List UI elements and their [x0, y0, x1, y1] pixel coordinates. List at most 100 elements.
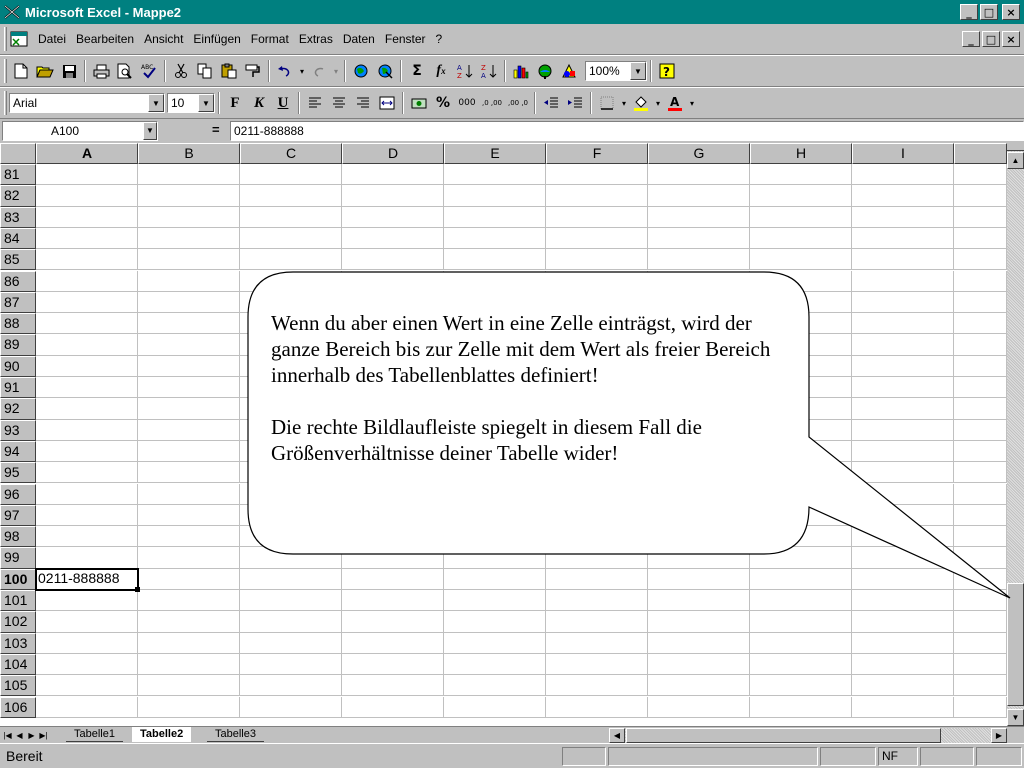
new-icon[interactable]: [9, 59, 33, 83]
cell[interactable]: [240, 526, 342, 548]
horizontal-scroll-thumb[interactable]: [626, 728, 941, 743]
cell[interactable]: [852, 334, 954, 356]
cell[interactable]: [138, 419, 240, 441]
help-icon[interactable]: ?: [655, 59, 679, 83]
menu-extras[interactable]: Extras: [294, 32, 338, 46]
cell[interactable]: [36, 334, 138, 356]
cell[interactable]: [36, 696, 138, 718]
cell[interactable]: [750, 611, 852, 633]
copy-icon[interactable]: [193, 59, 217, 83]
cell[interactable]: [852, 398, 954, 420]
cell[interactable]: [546, 164, 648, 186]
cell[interactable]: [240, 249, 342, 271]
font-dropdown-icon[interactable]: ▼: [148, 94, 164, 112]
scroll-up-icon[interactable]: ▲: [1007, 152, 1024, 169]
doc-restore-button[interactable]: □: [982, 31, 1000, 47]
currency-icon[interactable]: [407, 91, 431, 115]
cell[interactable]: [852, 440, 954, 463]
cell[interactable]: [648, 164, 750, 186]
undo-icon[interactable]: [273, 59, 297, 83]
drawing-icon[interactable]: [557, 59, 581, 83]
cell[interactable]: [36, 164, 138, 186]
cell[interactable]: [954, 377, 1007, 399]
fill-handle[interactable]: [135, 586, 140, 592]
cell[interactable]: [138, 568, 240, 590]
zoom-dropdown-icon[interactable]: ▼: [630, 62, 646, 80]
scroll-left-icon[interactable]: ◀: [609, 728, 625, 743]
cell[interactable]: [852, 462, 954, 484]
cell[interactable]: [444, 547, 546, 569]
cell[interactable]: [954, 483, 1007, 505]
cell[interactable]: [138, 483, 240, 505]
cell[interactable]: [444, 270, 546, 292]
sheet-tab-tabelle1[interactable]: Tabelle1: [66, 727, 123, 742]
row-header[interactable]: 85: [0, 249, 36, 271]
toolbar-grip[interactable]: [4, 91, 7, 115]
borders-dropdown-icon[interactable]: ▾: [619, 91, 629, 115]
cell[interactable]: [546, 206, 648, 228]
select-all-corner[interactable]: [0, 143, 36, 164]
autosum-icon[interactable]: Σ: [405, 59, 429, 83]
row-header[interactable]: 106: [0, 696, 36, 718]
cell[interactable]: [342, 227, 444, 250]
cell[interactable]: [342, 547, 444, 569]
horizontal-scrollbar[interactable]: ◀ ▶: [609, 728, 1007, 743]
cell[interactable]: [444, 696, 546, 718]
row-header[interactable]: 92: [0, 398, 36, 420]
name-box-dropdown-icon[interactable]: ▼: [143, 122, 157, 140]
cell[interactable]: [342, 249, 444, 271]
cell[interactable]: [954, 440, 1007, 463]
column-header-a[interactable]: A: [36, 143, 138, 164]
cell[interactable]: [648, 504, 750, 527]
menu-format[interactable]: Format: [246, 32, 294, 46]
spellcheck-icon[interactable]: ABC: [137, 59, 161, 83]
cell[interactable]: [750, 526, 852, 548]
cell[interactable]: [240, 675, 342, 697]
cell[interactable]: [342, 568, 444, 590]
cell[interactable]: [852, 355, 954, 377]
cell[interactable]: [954, 653, 1007, 676]
cell[interactable]: [648, 249, 750, 271]
cell[interactable]: [342, 270, 444, 292]
underline-button[interactable]: U: [271, 91, 295, 115]
decrease-decimal-button[interactable]: ,00 ,0: [505, 91, 531, 115]
menu-bearbeiten[interactable]: Bearbeiten: [71, 32, 139, 46]
row-header[interactable]: 91: [0, 377, 36, 399]
cell[interactable]: [546, 270, 648, 292]
cell[interactable]: [240, 483, 342, 505]
cell[interactable]: [852, 249, 954, 271]
cell[interactable]: [750, 547, 852, 569]
cell[interactable]: [36, 355, 138, 377]
cell[interactable]: [342, 653, 444, 676]
cell[interactable]: [444, 632, 546, 654]
row-header[interactable]: 90: [0, 355, 36, 377]
row-header[interactable]: 101: [0, 590, 36, 612]
bold-button[interactable]: F: [223, 91, 247, 115]
cell[interactable]: [444, 483, 546, 505]
cell[interactable]: [648, 227, 750, 250]
row-header[interactable]: 102: [0, 611, 36, 633]
cell[interactable]: [36, 249, 138, 271]
cell[interactable]: [36, 632, 138, 654]
font-select[interactable]: Arial ▼: [9, 93, 165, 113]
cell[interactable]: [954, 206, 1007, 228]
sheet-tab-tabelle3[interactable]: Tabelle3: [207, 727, 264, 742]
cell[interactable]: [138, 696, 240, 718]
cell[interactable]: [954, 611, 1007, 633]
cell[interactable]: [648, 206, 750, 228]
scroll-right-icon[interactable]: ▶: [991, 728, 1007, 743]
cell[interactable]: [36, 462, 138, 484]
column-header-e[interactable]: E: [444, 143, 546, 164]
cell[interactable]: [138, 547, 240, 569]
cell[interactable]: [342, 504, 444, 527]
cell[interactable]: [546, 653, 648, 676]
cell[interactable]: [240, 547, 342, 569]
cell[interactable]: [954, 398, 1007, 420]
cell[interactable]: [648, 611, 750, 633]
cell[interactable]: [546, 185, 648, 207]
cell[interactable]: [852, 206, 954, 228]
cell[interactable]: [444, 504, 546, 527]
cell[interactable]: [240, 164, 342, 186]
cell[interactable]: [954, 291, 1007, 314]
menu-fenster[interactable]: Fenster: [380, 32, 431, 46]
